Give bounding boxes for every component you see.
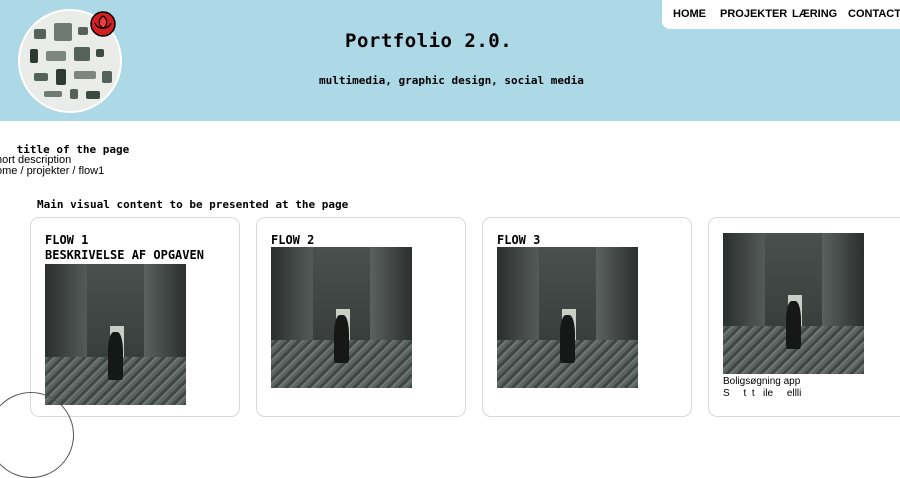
nav-home[interactable]: HOME — [673, 8, 706, 20]
project-card-flow2[interactable]: FLOW 2 — [256, 217, 466, 417]
card-description: BESKRIVELSE AF OPGAVEN — [45, 248, 204, 262]
project-image — [271, 247, 412, 388]
nav-contact[interactable]: CONTACT — [848, 8, 900, 20]
project-image — [45, 264, 186, 405]
nav-projekter[interactable]: PROJEKTER — [720, 8, 787, 20]
card-title: FLOW 2 — [271, 233, 315, 247]
project-image — [723, 233, 864, 374]
project-card-flow1[interactable]: FLOW 1 BESKRIVELSE AF OPGAVEN — [30, 217, 240, 417]
breadcrumb: ome / projekter / flow1 — [0, 165, 105, 177]
project-card-boligsogning[interactable]: Boligsøgning app S t t ile ellli — [708, 217, 900, 417]
main-content-label: Main visual content to be presented at t… — [37, 198, 349, 211]
project-image — [497, 247, 638, 388]
card-title: FLOW 1 — [45, 233, 89, 247]
card-caption-secondary: S t t ile ellli — [723, 388, 802, 399]
card-title: FLOW 3 — [497, 233, 541, 247]
nav-laering[interactable]: LÆRING — [792, 8, 837, 20]
rose-icon — [90, 11, 116, 37]
card-caption: Boligsøgning app — [723, 376, 801, 387]
project-card-flow3[interactable]: FLOW 3 — [482, 217, 692, 417]
site-title: Portfolio 2.0. — [345, 30, 513, 52]
site-subtitle: multimedia, graphic design, social media — [319, 74, 584, 87]
main-nav: HOME PROJEKTER LÆRING CONTACT — [662, 0, 900, 29]
